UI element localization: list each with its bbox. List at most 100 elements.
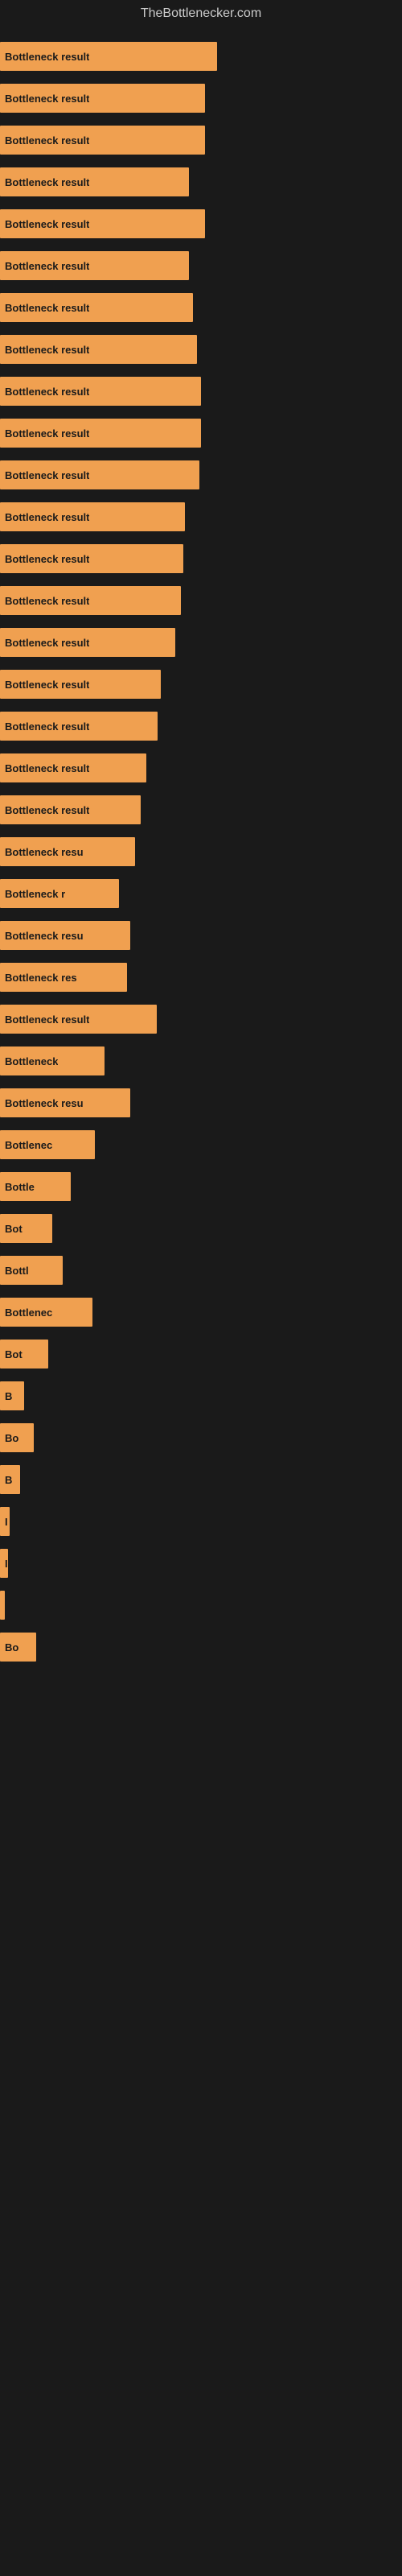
bar-label: Bottleneck result [5,637,89,649]
result-bar: Bottleneck resu [0,837,135,866]
bar-row: Bottleneck result [0,245,402,287]
bar-row: I [0,1542,402,1584]
bar-label: Bottleneck [5,1055,58,1067]
bar-row: Bottlenec [0,1291,402,1333]
result-bar: Bottleneck result [0,335,197,364]
result-bar: Bo [0,1423,34,1452]
bar-row: Bottleneck result [0,328,402,370]
bar-label: B [5,1474,12,1486]
bar-row: Bottleneck [0,1040,402,1082]
bar-row: Bottleneck result [0,77,402,119]
bar-label: Bottleneck result [5,386,89,398]
result-bar: I [0,1549,8,1578]
result-bar: Bottleneck result [0,795,141,824]
result-bar: Bottleneck result [0,460,199,489]
bar-label: Bottleneck result [5,427,89,440]
bar-label: Bottleneck result [5,804,89,816]
result-bar: Bottleneck result [0,126,205,155]
bar-label: Bottleneck resu [5,1097,84,1109]
bar-label: Bottlenec [5,1139,52,1151]
result-bar: I [0,1507,10,1536]
bar-row: Bottleneck result [0,705,402,747]
result-bar: Bottleneck result [0,84,205,113]
bar-row: Bottleneck r [0,873,402,914]
result-bar: Bottleneck result [0,712,158,741]
bar-row: Bottleneck result [0,119,402,161]
bar-row: Bottleneck result [0,998,402,1040]
bar-label: Bottleneck result [5,260,89,272]
bar-label: Bottle [5,1181,35,1193]
bar-label: I [5,1558,8,1570]
bar-row: Bottleneck result [0,161,402,203]
result-bar: B [0,1465,20,1494]
bar-row: Bottlenec [0,1124,402,1166]
bar-label: I [5,1516,8,1528]
bar-label: Bottleneck result [5,218,89,230]
bar-row: Bottleneck res [0,956,402,998]
result-bar: Bottleneck result [0,628,175,657]
bar-row: Bottleneck result [0,621,402,663]
bar-label: Bottleneck result [5,553,89,565]
bar-row: Bottleneck result [0,663,402,705]
bar-row: Bottleneck result [0,580,402,621]
result-bar: Bottle [0,1172,71,1201]
result-bar: Bottleneck result [0,419,201,448]
result-bar: Bottleneck resu [0,921,130,950]
result-bar: B [0,1381,24,1410]
bar-row: I [0,1501,402,1542]
bar-label: Bot [5,1223,23,1235]
bar-row: Bottleneck result [0,412,402,454]
result-bar: Bottleneck result [0,502,185,531]
result-bar: Bottlenec [0,1298,92,1327]
bar-label: Bottleneck resu [5,846,84,858]
result-bar: Bottleneck result [0,586,181,615]
result-bar: Bot [0,1340,48,1368]
bar-label: Bottleneck r [5,888,65,900]
bar-row: Bot [0,1208,402,1249]
bar-label: Bottleneck result [5,720,89,733]
result-bar: Bo [0,1633,36,1662]
bar-label: Bottleneck result [5,51,89,63]
bar-label: Bottleneck resu [5,930,84,942]
bar-row: Bot [0,1333,402,1375]
site-title: TheBottlenecker.com [0,0,402,27]
bar-row: Bottleneck result [0,454,402,496]
bar-label: Bottleneck result [5,469,89,481]
bar-row: Bottleneck result [0,370,402,412]
bar-label: Bottleneck result [5,134,89,147]
bar-label: Bottleneck result [5,302,89,314]
bar-label: Bottleneck result [5,93,89,105]
bar-row: Bottleneck resu [0,831,402,873]
bar-label: Bottleneck result [5,679,89,691]
bar-row: Bottleneck result [0,789,402,831]
bar-row: Bottle [0,1166,402,1208]
bar-label: Bottleneck result [5,1013,89,1026]
result-bar: Bot [0,1214,52,1243]
result-bar: Bottleneck result [0,670,161,699]
bar-label: Bot [5,1348,23,1360]
result-bar: Bottleneck result [0,377,201,406]
bar-row: Bo [0,1626,402,1668]
bar-row: Bottleneck result [0,203,402,245]
result-bar: Bottleneck [0,1046,105,1075]
bar-label: Bottleneck result [5,595,89,607]
bar-label: Bottleneck res [5,972,77,984]
result-bar: Bottleneck result [0,753,146,782]
result-bar: Bottleneck result [0,167,189,196]
result-bar: Bottleneck result [0,544,183,573]
bar-label: Bo [5,1432,18,1444]
bar-row: Bo [0,1417,402,1459]
result-bar: Bottleneck result [0,251,189,280]
bar-label: Bottl [5,1265,29,1277]
bar-row: Bottleneck result [0,287,402,328]
bar-row: Bottleneck resu [0,914,402,956]
bar-row: Bottleneck result [0,496,402,538]
bar-label: Bottleneck result [5,762,89,774]
bar-row: Bottleneck result [0,538,402,580]
bar-label: Bottleneck result [5,511,89,523]
result-bar: Bottleneck r [0,879,119,908]
bar-row [0,1584,402,1626]
result-bar: Bottleneck res [0,963,127,992]
result-bar: Bottleneck result [0,209,205,238]
result-bar: Bottl [0,1256,63,1285]
